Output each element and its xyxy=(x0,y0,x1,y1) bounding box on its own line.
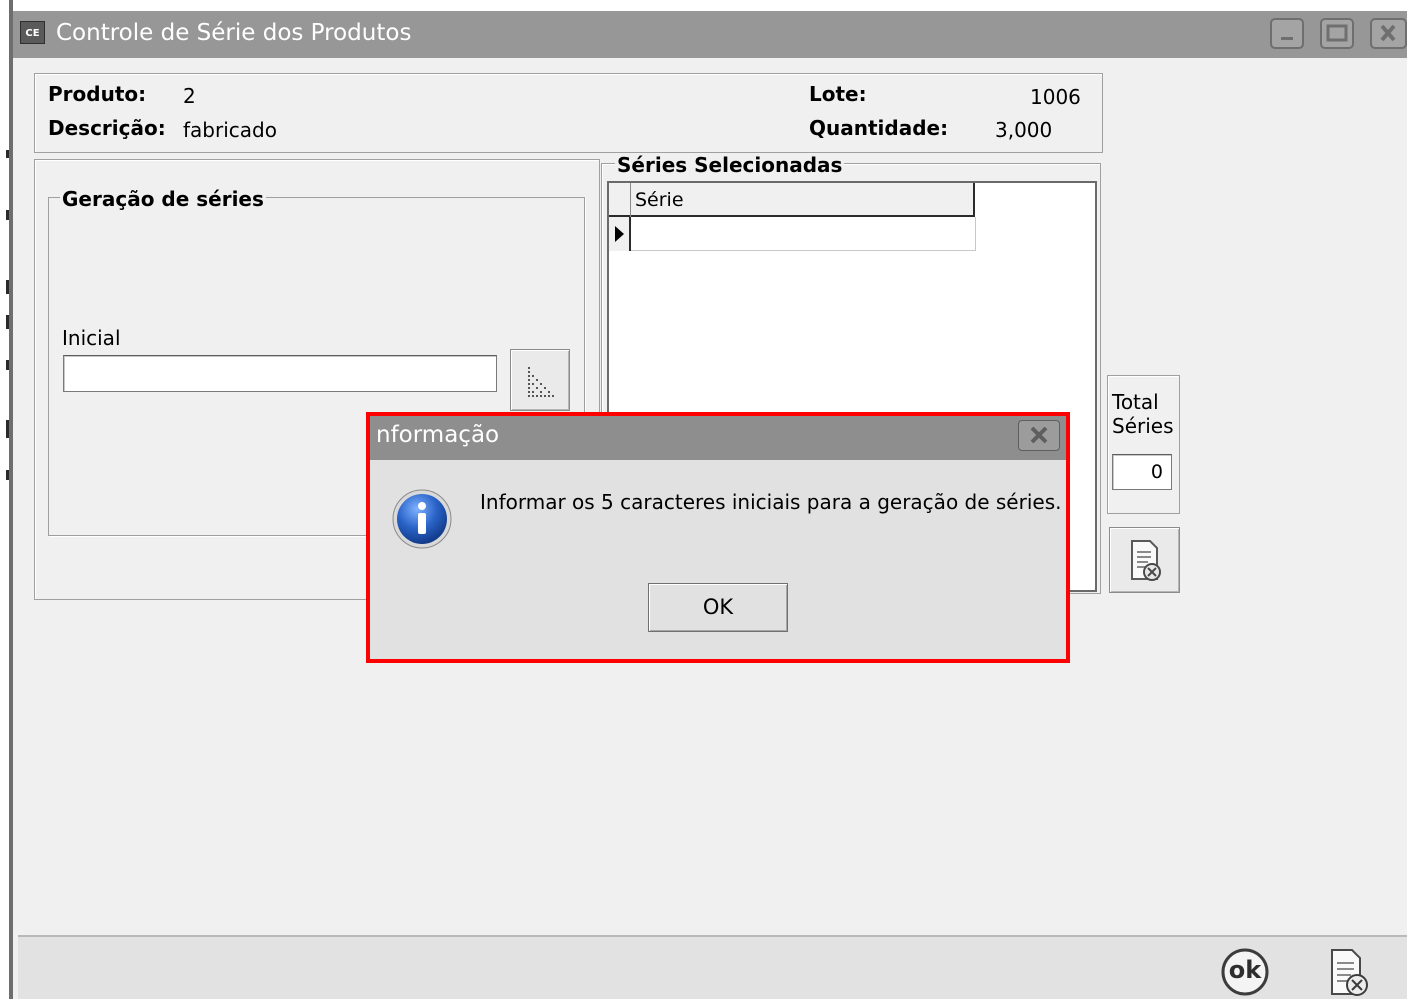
bottom-toolbar xyxy=(18,935,1407,999)
document-cancel-icon xyxy=(1331,949,1368,996)
row-indicator-cell xyxy=(609,217,631,251)
total-series-field: 0 xyxy=(1112,454,1172,490)
document-delete-icon xyxy=(1131,540,1161,581)
series-generate-icon xyxy=(528,367,554,397)
geracao-title: Geração de séries xyxy=(60,187,266,211)
lote-value: 1006 xyxy=(1030,85,1081,109)
quantidade-value: 3,000 xyxy=(995,118,1053,142)
background-window-edge xyxy=(0,0,13,999)
minimize-icon xyxy=(1281,37,1293,40)
series-title: Séries Selecionadas xyxy=(615,153,845,177)
clear-series-button[interactable] xyxy=(1109,527,1180,593)
serie-column-label: Série xyxy=(635,189,684,211)
grid-corner-cell xyxy=(609,183,631,217)
descricao-value: fabricado xyxy=(183,118,277,142)
maximize-button[interactable] xyxy=(1320,18,1354,49)
ok-circle-label: ok xyxy=(1228,956,1262,984)
inicial-input[interactable] xyxy=(63,355,497,392)
cancel-button[interactable] xyxy=(1324,947,1376,999)
close-icon xyxy=(1030,426,1048,444)
maximize-icon xyxy=(1326,24,1348,42)
inicial-label: Inicial xyxy=(62,326,121,350)
produto-value: 2 xyxy=(183,84,196,108)
serie-cell-empty[interactable] xyxy=(631,217,976,251)
dialog-ok-button[interactable]: OK xyxy=(648,583,788,632)
info-icon xyxy=(391,488,453,550)
produto-label: Produto: xyxy=(48,82,147,106)
total-label-line2: Séries xyxy=(1112,414,1174,438)
total-label-line1: Total xyxy=(1112,390,1159,414)
dialog-title: nformação xyxy=(376,422,500,448)
current-row-pointer-icon xyxy=(615,226,624,242)
descricao-label: Descrição: xyxy=(48,116,166,140)
serie-column-header[interactable]: Série xyxy=(631,183,975,217)
lote-label: Lote: xyxy=(809,82,867,106)
dialog-message: Informar os 5 caracteres iniciais para a… xyxy=(480,490,1062,514)
dialog-close-button[interactable] xyxy=(1018,420,1060,451)
minimize-button[interactable] xyxy=(1270,18,1304,49)
window-title: Controle de Série dos Produtos xyxy=(56,20,412,46)
quantidade-label: Quantidade: xyxy=(809,116,949,140)
close-button[interactable] xyxy=(1370,18,1407,49)
app-icon: CE xyxy=(20,21,45,44)
generate-series-button[interactable] xyxy=(510,349,570,411)
close-icon xyxy=(1380,24,1396,42)
confirm-ok-button[interactable]: ok xyxy=(1220,947,1270,997)
